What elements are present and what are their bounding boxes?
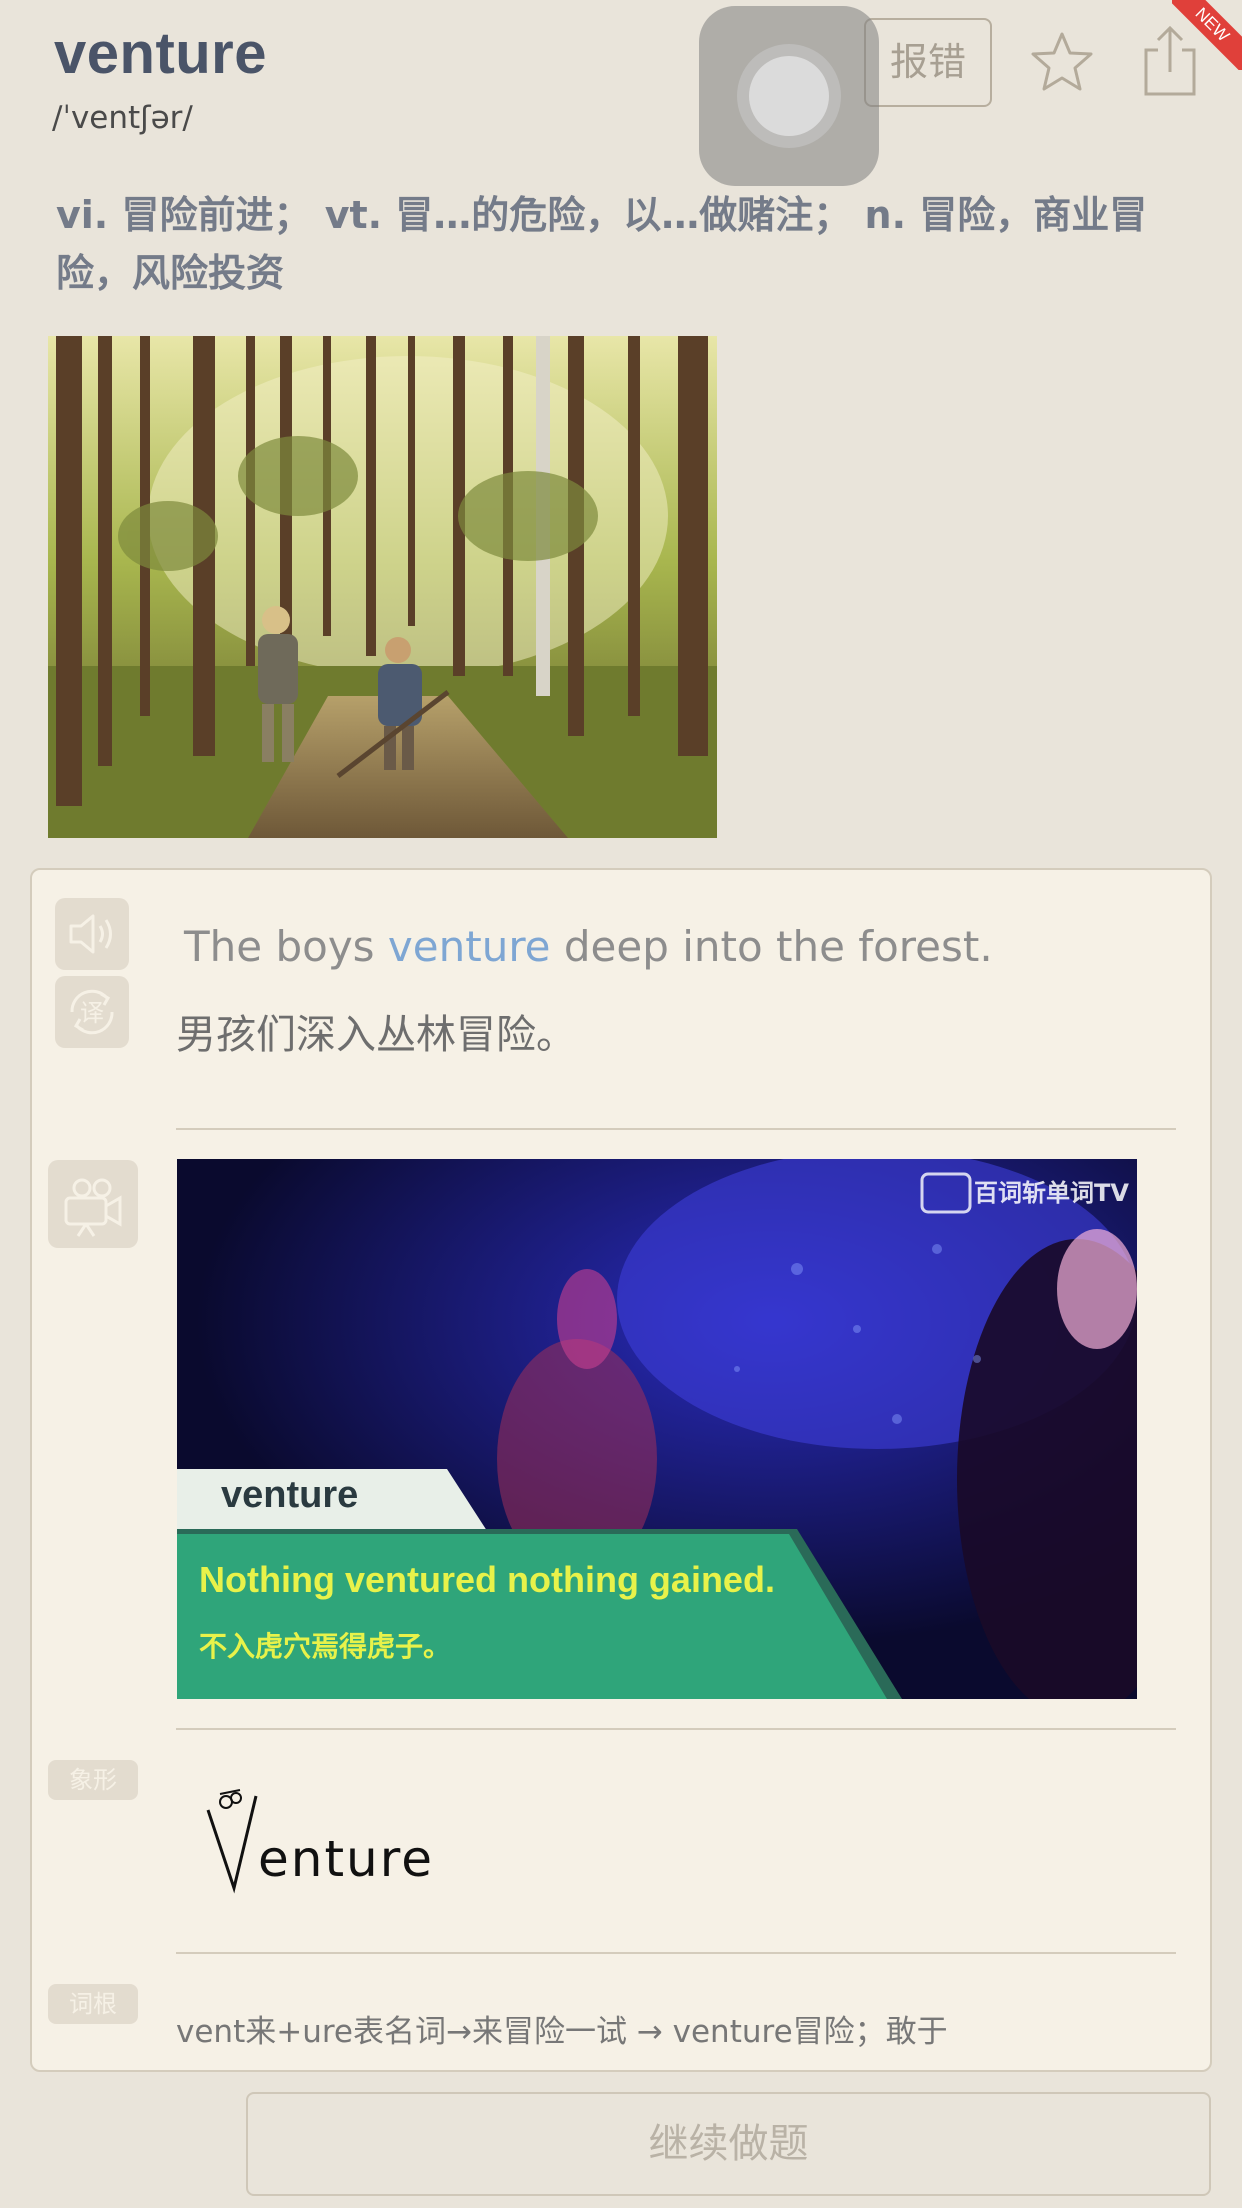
word-root-text: vent来+ure表名词→来冒险一试 → venture冒险；敢于 [176,2014,948,2050]
word-root-tag: 词根 [48,1984,138,2024]
video-channel-label: 百词斩单词TV [974,1179,1129,1207]
pictograph-tag: 象形 [48,1760,138,1800]
word-phonetic[interactable]: /ˈventʃər/ [52,100,193,136]
illustration-photo [48,336,717,838]
video-caption-en: Nothing ventured nothing gained. [199,1559,775,1600]
play-audio-button[interactable] [55,898,129,970]
svg-text:译: 译 [80,999,104,1027]
translate-button[interactable]: 译 [55,976,129,1048]
highlighted-word: venture [387,922,551,971]
assistive-touch-button[interactable] [699,6,879,186]
divider [176,1128,1176,1130]
video-camera-icon [64,1178,122,1237]
continue-button[interactable]: 继续做题 [246,2092,1211,2196]
star-icon[interactable] [1030,30,1094,94]
video-word: venture [221,1474,359,1516]
video-button[interactable] [48,1160,138,1248]
video-player[interactable]: 百词斩单词TV venture Nothing ventured nothing… [177,1159,1137,1699]
pictograph-illustration: enture [204,1786,444,1898]
example-sentence-zh: 男孩们深入丛林冒险。 [176,1012,576,1058]
translate-icon: 译 [70,989,114,1035]
divider [176,1952,1176,1954]
video-caption-zh: 不入虎穴焉得虎子。 [199,1630,452,1663]
example-sentence-en: The boys venture deep into the forest. [184,922,993,971]
new-badge: NEW [1172,0,1242,70]
speaker-icon [69,914,112,954]
word-definition: vi. 冒险前进； vt. 冒…的危险，以…做赌注； n. 冒险，商业冒险，风险… [56,193,1148,295]
divider [176,1728,1176,1730]
report-error-button[interactable]: 报错 [864,18,992,107]
word-title: venture [54,21,268,86]
